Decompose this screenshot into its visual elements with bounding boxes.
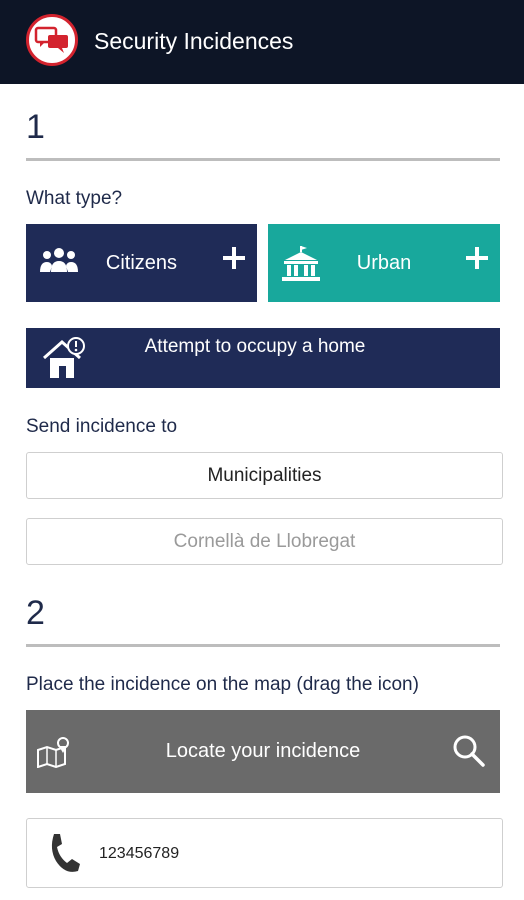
municipalities-select[interactable]: Municipalities: [26, 452, 503, 499]
phone-number: 123456789: [99, 845, 180, 862]
phone-icon: [51, 834, 80, 872]
citizens-button[interactable]: Citizens: [26, 224, 257, 302]
step-1-number: 1: [26, 108, 45, 146]
app-header: Security Incidences: [0, 0, 524, 84]
city-select[interactable]: Cornellà de Llobregat: [26, 518, 503, 565]
locate-incidence-label: Locate your incidence: [165, 740, 361, 762]
add-icon: [466, 247, 488, 269]
step-1-divider: [26, 158, 500, 161]
app-logo: [26, 14, 78, 66]
send-label: Send incidence to: [26, 416, 178, 437]
map-label: Place the incidence on the map (drag the…: [26, 674, 419, 695]
chat-bubbles-icon: [34, 26, 68, 53]
house-alert-icon: [43, 337, 85, 378]
urban-button[interactable]: Urban: [268, 224, 500, 302]
occupy-home-label: Attempt to occupy a home: [144, 336, 366, 357]
page-title: Security Incidences: [94, 28, 294, 54]
search-icon: [453, 735, 485, 767]
add-icon: [223, 247, 245, 269]
step-2-divider: [26, 644, 500, 647]
type-label: What type?: [26, 188, 123, 209]
occupy-home-button[interactable]: Attempt to occupy a home: [26, 328, 500, 388]
phone-field[interactable]: 123456789: [26, 818, 503, 888]
step-2-number: 2: [26, 594, 45, 632]
locate-incidence-button[interactable]: Locate your incidence: [26, 710, 500, 793]
